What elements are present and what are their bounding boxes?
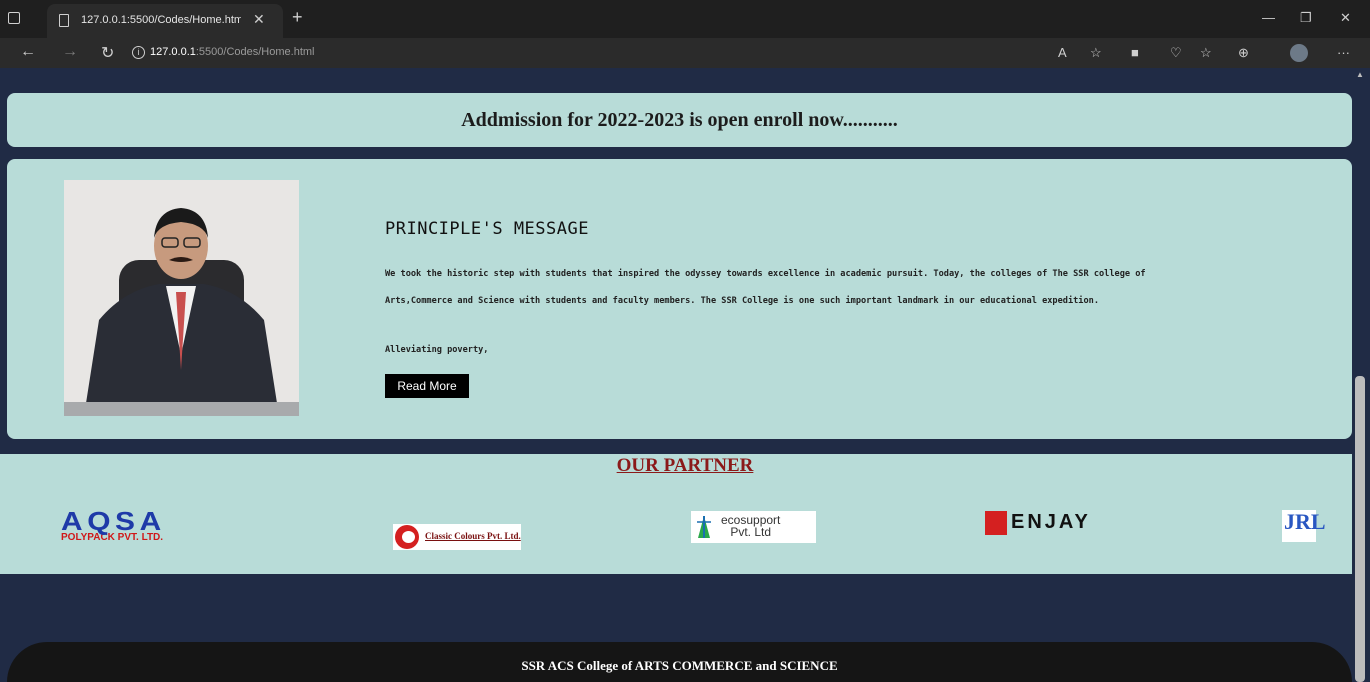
classic-logo-text: Classic Colours Pvt. Ltd.: [425, 531, 521, 541]
close-window-icon[interactable]: ✕: [1340, 10, 1351, 26]
favorite-icon[interactable]: ☆: [1090, 45, 1102, 61]
admission-banner: Addmission for 2022-2023 is open enroll …: [7, 93, 1352, 147]
aqsa-logo: AQSA POLYPACK PVT. LTD.: [61, 508, 211, 543]
ecosupport-text: ecosupport Pvt. Ltd: [721, 514, 780, 538]
ecosupport-leaf-icon: [697, 516, 711, 538]
enjay-logo-text: ENJAY: [1011, 511, 1091, 533]
read-more-button[interactable]: Read More: [385, 374, 469, 398]
back-icon[interactable]: ←: [20, 43, 36, 61]
principal-extra-text: Alleviating poverty,: [385, 345, 489, 355]
forward-icon[interactable]: →: [62, 43, 78, 61]
classic-colours-logo: Classic Colours Pvt. Ltd.: [393, 524, 521, 550]
principal-body: We took the historic step with students …: [385, 269, 1146, 306]
classic-circle-icon: [395, 525, 419, 549]
address-bar: ← → ↻ i 127.0.0.1:5500/Codes/Home.html A…: [0, 38, 1370, 68]
restore-icon[interactable]: ❐: [1300, 10, 1312, 26]
minimize-icon[interactable]: —: [1262, 10, 1275, 25]
browser-tab[interactable]: 127.0.0.1:5500/Codes/Home.htm ✕: [47, 4, 283, 38]
browser-essentials-icon[interactable]: ♡: [1170, 45, 1182, 61]
partner-section: OUR PARTNER AQSA POLYPACK PVT. LTD. Clas…: [0, 454, 1352, 574]
tab-actions-icon[interactable]: [8, 12, 20, 24]
read-aloud-icon[interactable]: A: [1058, 45, 1067, 60]
ecosupport-line2: Pvt. Ltd: [730, 525, 772, 539]
close-tab-icon[interactable]: ✕: [253, 11, 265, 28]
url-field[interactable]: 127.0.0.1:5500/Codes/Home.html: [150, 46, 315, 58]
enjay-logo: ENJAY: [985, 511, 1115, 537]
enjay-mark-icon: [985, 511, 1007, 535]
browser-tab-bar: 127.0.0.1:5500/Codes/Home.htm ✕ + — ❐ ✕: [0, 0, 1370, 38]
refresh-icon[interactable]: ↻: [101, 43, 114, 63]
ecosupport-logo: ecosupport Pvt. Ltd: [691, 511, 816, 543]
profile-avatar-icon[interactable]: [1290, 44, 1308, 62]
principal-message-card: PRINCIPLE'S MESSAGE We took the historic…: [7, 159, 1352, 439]
admission-text: Addmission for 2022-2023 is open enroll …: [461, 109, 898, 131]
footer-college-name: SSR ACS College of ARTS COMMERCE and SCI…: [521, 658, 838, 673]
principal-photo: [64, 180, 299, 416]
page-icon: [59, 14, 69, 27]
site-info-icon[interactable]: i: [132, 46, 145, 59]
tab-title: 127.0.0.1:5500/Codes/Home.htm: [81, 14, 241, 26]
collections-icon[interactable]: ⊕: [1238, 45, 1249, 61]
extension-icon[interactable]: ■: [1131, 45, 1139, 60]
new-tab-icon[interactable]: +: [292, 7, 303, 28]
favorites-bar-icon[interactable]: ☆: [1200, 45, 1212, 61]
principal-title: PRINCIPLE'S MESSAGE: [385, 219, 589, 239]
url-host: 127.0.0.1: [150, 46, 196, 58]
scroll-up-icon[interactable]: ▲: [1356, 70, 1364, 79]
scrollbar-thumb[interactable]: [1355, 376, 1365, 682]
more-options-icon[interactable]: ···: [1337, 45, 1350, 60]
jrl-logo: JRL: [1282, 509, 1326, 542]
jrl-logo-text: JRL: [1284, 509, 1326, 534]
partner-title: OUR PARTNER: [616, 455, 754, 476]
url-path: :5500/Codes/Home.html: [195, 46, 315, 58]
footer: SSR ACS College of ARTS COMMERCE and SCI…: [7, 642, 1352, 682]
aqsa-logo-text: AQSA: [61, 506, 166, 536]
